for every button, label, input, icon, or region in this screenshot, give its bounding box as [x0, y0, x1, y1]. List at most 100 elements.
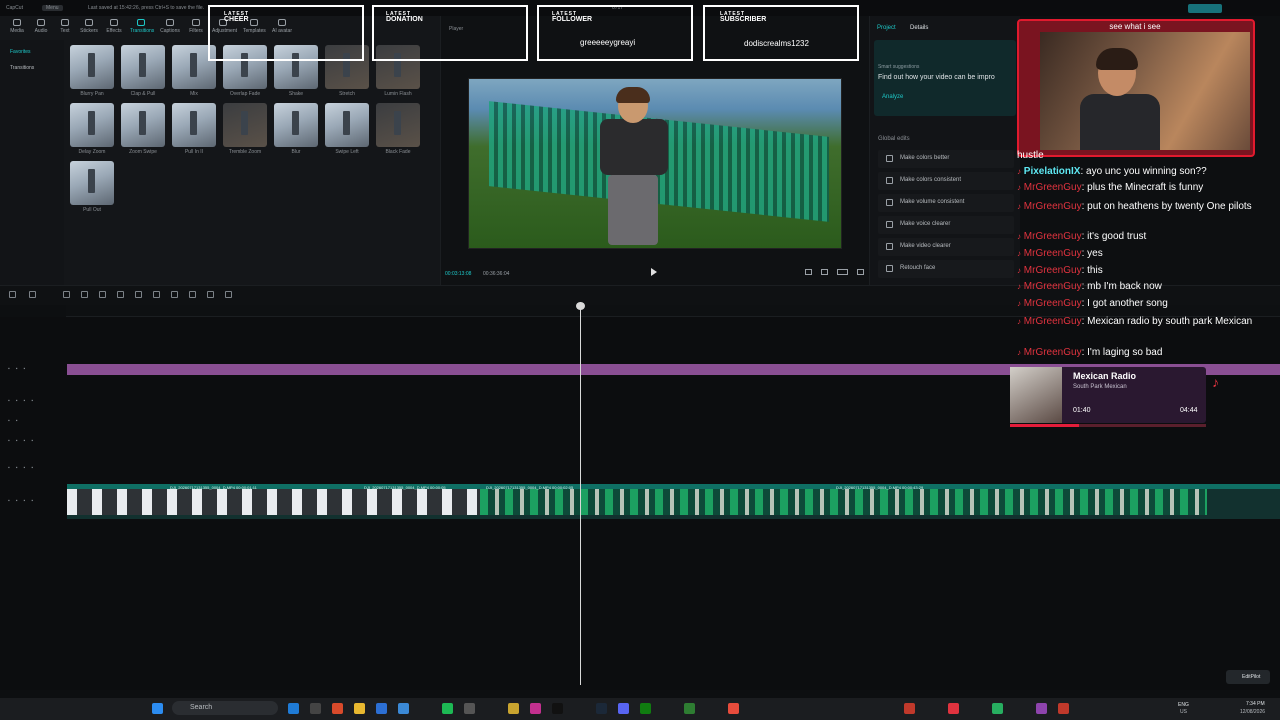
transition-pull-in-ii[interactable] [172, 103, 216, 147]
edit-colors-consistent[interactable]: Make colors consistent [878, 172, 1014, 190]
ratio-icon[interactable] [837, 269, 848, 275]
export-button[interactable] [1188, 4, 1222, 13]
tiktok-icon: ♪ [1017, 183, 1021, 192]
track-controls[interactable]: ▪▪▪▪ [8, 438, 39, 444]
steam-icon[interactable] [596, 703, 607, 714]
transition-pull-out[interactable] [70, 161, 114, 205]
edit-video-clearer[interactable]: Make video clearer [878, 238, 1014, 256]
delete-icon[interactable] [153, 291, 160, 298]
app-icon[interactable] [904, 703, 915, 714]
app-icon[interactable] [464, 703, 475, 714]
edit-voice-clearer[interactable]: Make voice clearer [878, 216, 1014, 234]
undo-icon[interactable] [63, 291, 70, 298]
playhead-handle[interactable] [576, 302, 585, 310]
edit-colors-better[interactable]: Make colors better [878, 150, 1014, 168]
voice-icon [886, 221, 893, 228]
app-icon[interactable] [1058, 703, 1069, 714]
transition-tremble-zoom[interactable] [223, 103, 267, 147]
app-icon[interactable] [948, 703, 959, 714]
transition-label: Black Fade [385, 149, 411, 155]
editpilot-button[interactable]: EditPilot [1226, 670, 1270, 684]
tab-effects[interactable]: Effects [103, 19, 125, 34]
transition-swipe-left[interactable] [325, 103, 369, 147]
magic-icon[interactable] [225, 291, 232, 298]
tab-captions[interactable]: Captions [159, 19, 181, 34]
play-button[interactable] [651, 268, 657, 276]
edge-icon[interactable] [288, 703, 299, 714]
transition-blur[interactable] [274, 103, 318, 147]
instagram-icon[interactable] [530, 703, 541, 714]
clock-time[interactable]: 7:34 PM [1246, 701, 1265, 707]
crop-tool-icon[interactable] [189, 291, 196, 298]
split-icon[interactable] [99, 291, 106, 298]
alert-title: LATEST DONATION [386, 11, 423, 23]
split-left-icon[interactable] [117, 291, 124, 298]
crop-icon[interactable] [805, 269, 812, 275]
clock-date: 12/08/2026 [1240, 709, 1266, 715]
language-indicator[interactable]: ENG [1178, 702, 1189, 708]
tab-stickers[interactable]: Stickers [78, 19, 100, 34]
app-icon[interactable] [992, 703, 1003, 714]
app-icon[interactable] [1036, 703, 1047, 714]
tab-media[interactable]: Media [6, 19, 28, 34]
transform-icon[interactable] [207, 291, 214, 298]
menu-button[interactable]: Menu [42, 5, 63, 11]
track-controls[interactable]: ▪▪▪▪ [8, 465, 39, 471]
track-controls[interactable]: ▪▪▪▪ [8, 498, 39, 504]
spotify-icon[interactable] [442, 703, 453, 714]
transition-zoom-swipe[interactable] [121, 103, 165, 147]
clip-thumbnails-green[interactable] [480, 489, 1207, 515]
transition-blurry-pan[interactable] [70, 45, 114, 89]
track-controls[interactable]: ▪▪▪ [8, 366, 31, 372]
track-controls[interactable]: ▪▪ [8, 418, 24, 424]
app-icon[interactable] [398, 703, 409, 714]
transitions-icon [137, 19, 145, 26]
clip-label: DJI_20260717131355_0004_D.MP4 00:00:02:0… [486, 485, 574, 490]
edit-retouch-face[interactable]: Retouch face [878, 260, 1014, 278]
transition-clap-pull[interactable] [121, 45, 165, 89]
app-icon[interactable] [376, 703, 387, 714]
tab-project[interactable]: Project [877, 25, 896, 31]
region-indicator: US [1180, 709, 1187, 715]
transition-delay-zoom[interactable] [70, 103, 114, 147]
select-icon[interactable] [29, 291, 36, 298]
song-elapsed: 01:40 [1073, 407, 1091, 414]
subject-figure [594, 87, 674, 247]
streamer-figure [1080, 48, 1160, 150]
minecraft-icon[interactable] [684, 703, 695, 714]
sidebar-item-favorites[interactable]: Favorites [10, 49, 31, 55]
playhead[interactable] [580, 302, 581, 685]
tab-audio[interactable]: Audio [30, 19, 52, 34]
app-icon[interactable] [332, 703, 343, 714]
chat-message: ♪ MrGreenGuy: mb I'm back now [1017, 281, 1162, 292]
video-preview[interactable] [468, 78, 842, 249]
app-icon[interactable] [310, 703, 321, 714]
transition-black-fade[interactable] [376, 103, 420, 147]
app-icon[interactable] [728, 703, 739, 714]
split-right-icon[interactable] [135, 291, 142, 298]
marker-icon[interactable] [171, 291, 178, 298]
tab-text[interactable]: Text [54, 19, 76, 34]
album-art [1010, 367, 1062, 423]
edit-volume-consistent[interactable]: Make volume consistent [878, 194, 1014, 212]
tab-transitions[interactable]: Transitions [130, 19, 154, 34]
folder-icon[interactable] [354, 703, 365, 714]
focus-icon[interactable] [821, 269, 828, 275]
xbox-icon[interactable] [640, 703, 651, 714]
track-controls[interactable]: ▪▪▪▪ [8, 398, 39, 404]
song-title: Mexican Radio [1073, 371, 1137, 381]
add-icon[interactable] [9, 291, 16, 298]
fullscreen-icon[interactable] [857, 269, 864, 275]
start-icon[interactable] [152, 703, 163, 714]
app-icon[interactable] [508, 703, 519, 714]
tab-details[interactable]: Details [910, 25, 928, 31]
sidebar-item-transitions[interactable]: Transitions [10, 65, 34, 71]
redo-icon[interactable] [81, 291, 88, 298]
chat-message: ♪ MrGreenGuy: plus the Minecraft is funn… [1017, 182, 1204, 193]
tiktok-icon[interactable] [552, 703, 563, 714]
tiktok-icon: ♪ [1017, 167, 1021, 176]
discord-icon[interactable] [618, 703, 629, 714]
tab-filters[interactable]: Filters [185, 19, 207, 34]
analyze-button[interactable]: Analyze [882, 94, 903, 100]
taskbar-search[interactable]: Search [172, 701, 278, 715]
